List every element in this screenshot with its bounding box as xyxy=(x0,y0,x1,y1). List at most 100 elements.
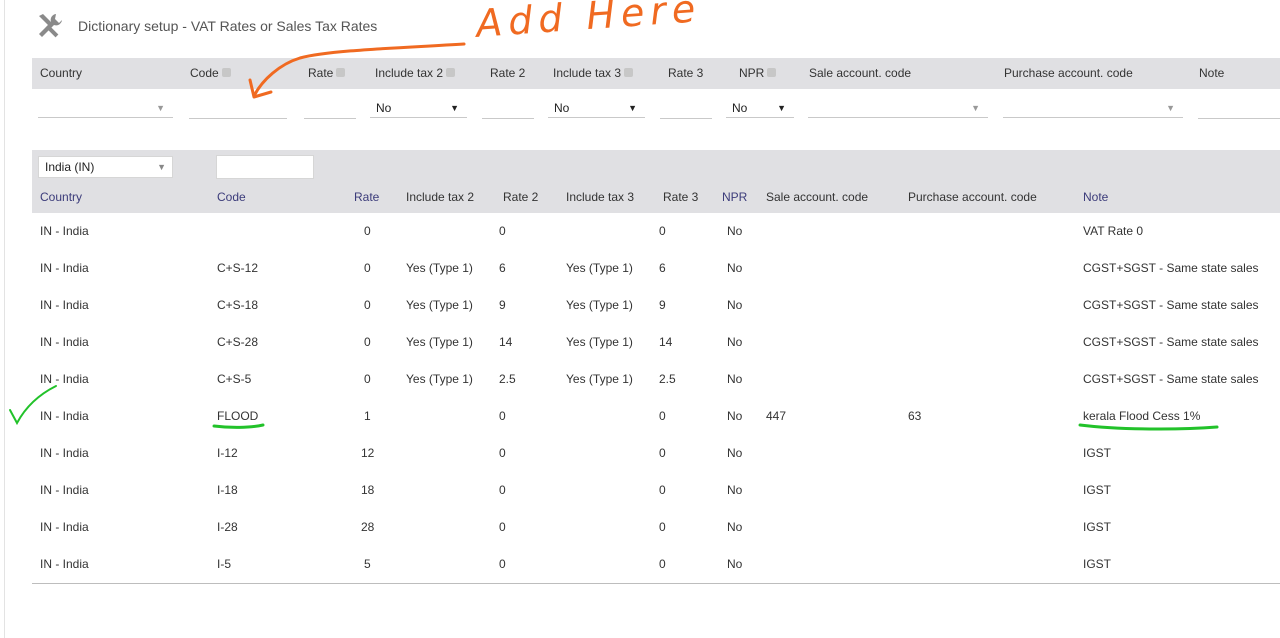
cell-code: C+S-5 xyxy=(217,372,252,386)
cell-rate: 12 xyxy=(361,446,375,460)
caret-down-icon: ▼ xyxy=(628,103,637,113)
cell-code: FLOOD xyxy=(217,409,259,423)
table-row[interactable]: IN - India I-18 18 0 0 No IGST xyxy=(32,472,1280,510)
cell-country: IN - India xyxy=(40,372,89,386)
cell-purchase-account: 63 xyxy=(908,409,922,423)
cell-npr: No xyxy=(727,446,743,460)
cell-include-tax3: Yes (Type 1) xyxy=(566,261,633,275)
cell-note: CGST+SGST - Same state sales xyxy=(1083,335,1259,349)
cell-code: C+S-12 xyxy=(217,261,259,275)
help-icon[interactable] xyxy=(624,68,634,78)
table-row[interactable]: IN - India C+S-12 0 Yes (Type 1) 6 Yes (… xyxy=(32,250,1280,288)
cell-rate2: 6 xyxy=(499,261,506,275)
cell-rate2: 0 xyxy=(499,446,506,460)
add-here-annotation: Add Here xyxy=(474,0,703,46)
add-code-input[interactable] xyxy=(189,98,287,119)
list-header: Country Code Rate Include tax 2 Rate 2 I… xyxy=(32,182,1280,214)
cell-code: I-12 xyxy=(217,446,238,460)
add-include-tax3-select[interactable]: No ▼ xyxy=(548,98,645,118)
add-rate2-field[interactable] xyxy=(482,98,534,118)
cell-rate: 1 xyxy=(364,409,371,423)
cell-rate3: 14 xyxy=(659,335,673,349)
sort-code[interactable]: Code xyxy=(217,182,246,213)
cell-include-tax2: Yes (Type 1) xyxy=(406,298,473,312)
add-header-include-tax2: Include tax 2 xyxy=(375,58,456,89)
add-note-input[interactable] xyxy=(1198,98,1280,119)
sort-npr[interactable]: NPR xyxy=(722,182,747,213)
add-include-tax2-select[interactable]: No ▼ xyxy=(370,98,467,118)
cell-rate2: 0 xyxy=(499,224,506,238)
table-row[interactable]: IN - India C+S-18 0 Yes (Type 1) 9 Yes (… xyxy=(32,287,1280,325)
cell-npr: No xyxy=(727,483,743,497)
filter-code-input[interactable] xyxy=(216,155,314,179)
help-icon[interactable] xyxy=(767,68,777,78)
cell-rate: 0 xyxy=(364,224,371,238)
cell-rate2: 9 xyxy=(499,298,506,312)
cell-npr: No xyxy=(727,372,743,386)
add-header-rate: Rate xyxy=(308,58,346,89)
add-rate-field[interactable] xyxy=(304,98,356,118)
cell-npr: No xyxy=(727,335,743,349)
sort-rate[interactable]: Rate xyxy=(354,182,379,213)
cell-rate2: 14 xyxy=(499,335,513,349)
add-sale-account-select[interactable]: ▼ xyxy=(808,98,988,118)
add-header-include-tax3: Include tax 3 xyxy=(553,58,634,89)
add-header-code: Code xyxy=(190,58,231,89)
cell-rate: 28 xyxy=(361,520,375,534)
cell-rate: 0 xyxy=(364,261,371,275)
add-header-country: Country xyxy=(40,66,83,80)
page-header: Dictionary setup - VAT Rates or Sales Ta… xyxy=(36,12,377,40)
cell-include-tax2: Yes (Type 1) xyxy=(406,372,473,386)
table-row[interactable]: IN - India 0 0 0 No VAT Rate 0 xyxy=(32,213,1280,251)
table-row[interactable]: IN - India I-5 5 0 0 No IGST xyxy=(32,546,1280,584)
add-form-header: Country Code Rate Include tax 2 Rate 2 I… xyxy=(32,58,1280,89)
sort-country[interactable]: Country xyxy=(40,182,82,213)
cell-country: IN - India xyxy=(40,335,89,349)
cell-country: IN - India xyxy=(40,520,89,534)
add-country-select[interactable]: ▼ xyxy=(38,98,173,118)
add-rate3-input[interactable] xyxy=(660,98,712,119)
sort-note[interactable]: Note xyxy=(1083,182,1108,213)
cell-country: IN - India xyxy=(40,483,89,497)
page-left-border xyxy=(4,0,5,638)
page-title: Dictionary setup - VAT Rates or Sales Ta… xyxy=(78,18,378,34)
filter-country-select[interactable]: India (IN) ▼ xyxy=(38,156,173,178)
help-icon[interactable] xyxy=(221,68,231,78)
cell-country: IN - India xyxy=(40,298,89,312)
cell-rate2: 0 xyxy=(499,520,506,534)
add-rate3-field[interactable] xyxy=(660,98,712,118)
cell-note: IGST xyxy=(1083,446,1112,460)
cell-rate3: 0 xyxy=(659,520,666,534)
col-include-tax3: Include tax 3 xyxy=(566,190,635,204)
cell-rate3: 0 xyxy=(659,446,666,460)
filter-bar: India (IN) ▼ xyxy=(32,150,1280,182)
table-row[interactable]: IN - India C+S-5 0 Yes (Type 1) 2.5 Yes … xyxy=(32,361,1280,399)
help-icon[interactable] xyxy=(336,68,346,78)
cell-country: IN - India xyxy=(40,261,89,275)
table-row[interactable]: IN - India I-28 28 0 0 No IGST xyxy=(32,509,1280,547)
add-rate-input[interactable] xyxy=(304,98,356,119)
add-rate2-input[interactable] xyxy=(482,98,534,119)
cell-rate3: 6 xyxy=(659,261,666,275)
add-purchase-account-select[interactable]: ▼ xyxy=(1003,98,1183,118)
cell-sale-account: 447 xyxy=(766,409,787,423)
table-row[interactable]: IN - India FLOOD 1 0 0 No 447 63 kerala … xyxy=(32,398,1280,436)
cell-code: I-5 xyxy=(217,557,232,571)
table-row[interactable]: IN - India C+S-28 0 Yes (Type 1) 14 Yes … xyxy=(32,324,1280,362)
add-note-field[interactable] xyxy=(1198,98,1280,118)
caret-down-icon: ▼ xyxy=(156,103,165,113)
cell-rate2: 0 xyxy=(499,557,506,571)
cell-country: IN - India xyxy=(40,409,89,423)
caret-down-icon: ▼ xyxy=(777,103,786,113)
cell-country: IN - India xyxy=(40,446,89,460)
table-row[interactable]: IN - India I-12 12 0 0 No IGST xyxy=(32,435,1280,473)
cell-rate3: 0 xyxy=(659,409,666,423)
cell-npr: No xyxy=(727,557,743,571)
cell-rate: 0 xyxy=(364,298,371,312)
add-npr-select[interactable]: No ▼ xyxy=(726,98,794,118)
col-rate3: Rate 3 xyxy=(663,190,699,204)
cell-note: IGST xyxy=(1083,520,1112,534)
add-header-purchase-account: Purchase account. code xyxy=(1004,66,1133,80)
help-icon[interactable] xyxy=(446,68,456,78)
add-code-field[interactable] xyxy=(189,98,287,118)
